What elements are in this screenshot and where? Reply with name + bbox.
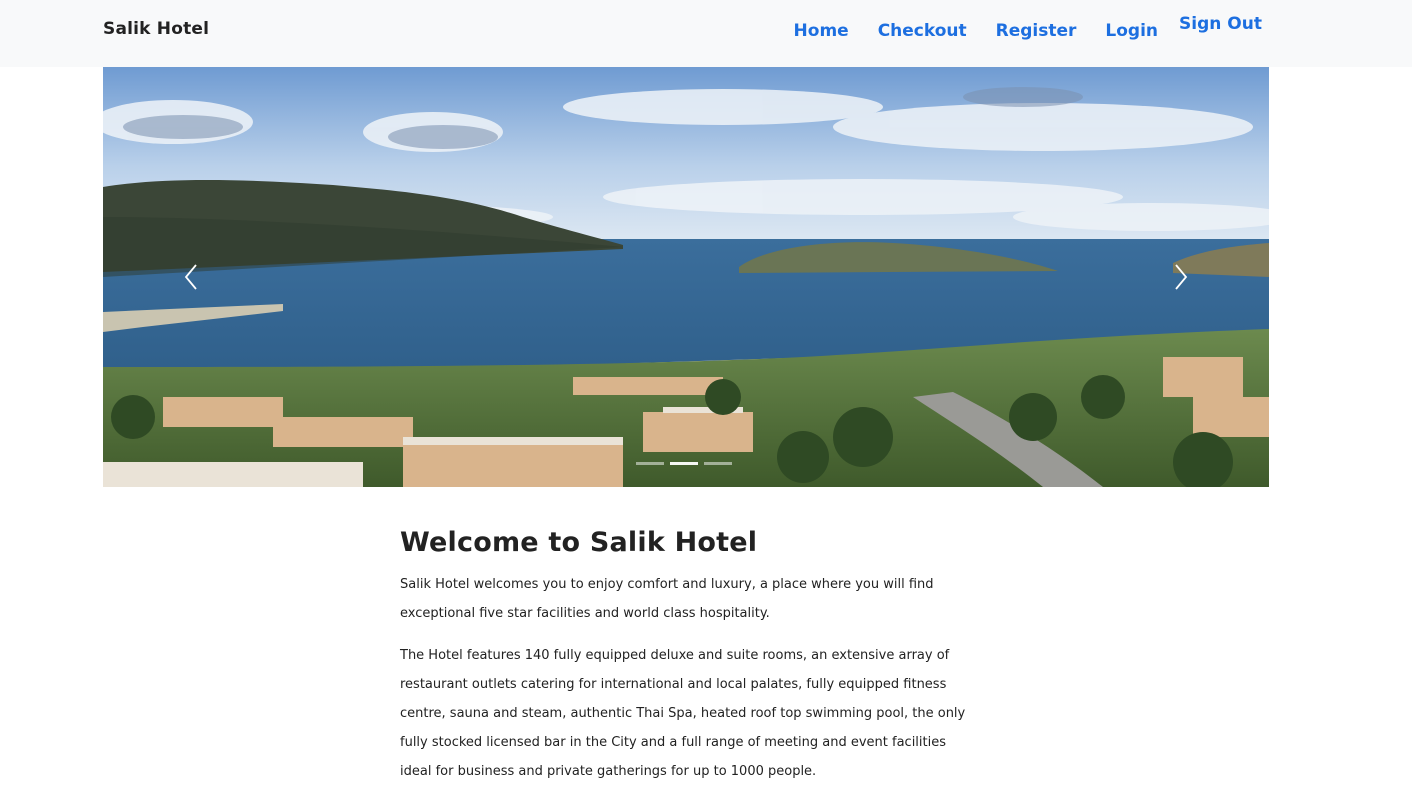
nav-home-link[interactable]: Home xyxy=(794,18,849,44)
nav-sign-out-link[interactable]: Sign Out xyxy=(1179,11,1262,37)
hero-image xyxy=(103,67,1269,487)
chevron-left-icon xyxy=(184,264,197,290)
nav-checkout-link[interactable]: Checkout xyxy=(878,18,967,44)
carousel-indicator-1[interactable] xyxy=(636,462,664,465)
intro-paragraph: Salik Hotel welcomes you to enjoy comfor… xyxy=(400,577,934,621)
carousel-prev-button[interactable] xyxy=(171,257,211,297)
carousel-indicator-3[interactable] xyxy=(704,462,732,465)
navbar: Salik Hotel Home Checkout Register Login… xyxy=(0,0,1412,67)
nav-links: Home Checkout Register Login Sign Out xyxy=(765,14,1262,44)
hero-carousel xyxy=(103,67,1269,487)
brand-logo[interactable]: Salik Hotel xyxy=(103,19,209,39)
features-paragraph: The Hotel features 140 fully equipped de… xyxy=(400,648,966,779)
nav-register-link[interactable]: Register xyxy=(996,18,1077,44)
welcome-section: Welcome to Salik Hotel Salik Hotel welco… xyxy=(400,527,970,799)
carousel-indicators xyxy=(636,462,732,465)
carousel-next-button[interactable] xyxy=(1161,257,1201,297)
chevron-right-icon xyxy=(1175,264,1188,290)
welcome-title: Welcome to Salik Hotel xyxy=(400,527,758,558)
carousel-indicator-2[interactable] xyxy=(670,462,698,465)
nav-login-link[interactable]: Login xyxy=(1105,18,1158,44)
